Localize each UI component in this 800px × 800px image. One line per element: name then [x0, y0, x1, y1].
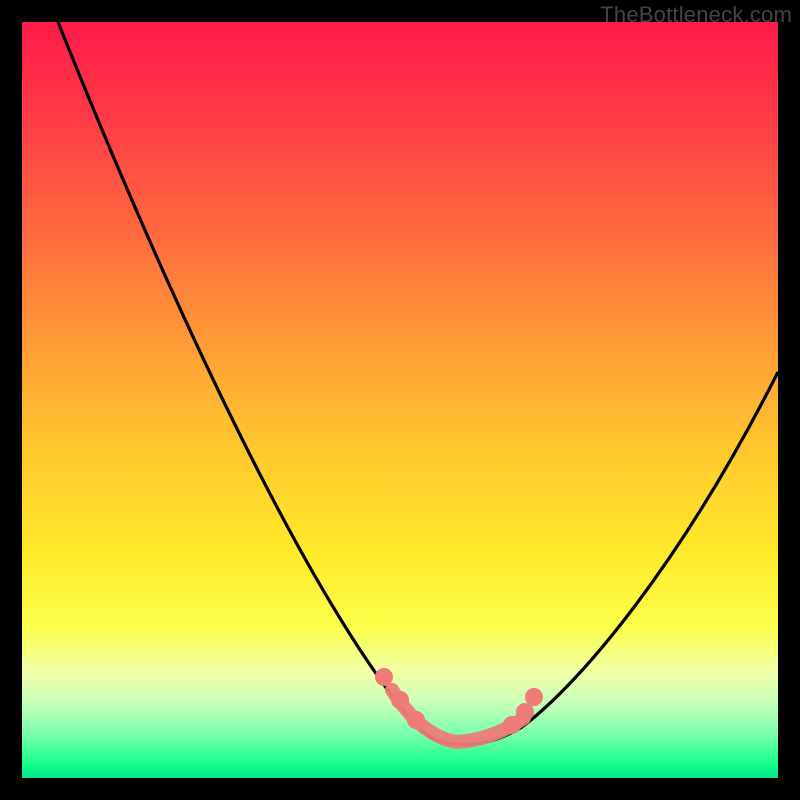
chart-frame: TheBottleneck.com: [0, 0, 800, 800]
bottleneck-curve: [22, 22, 778, 778]
plot-area: [22, 22, 778, 778]
curve-path: [58, 22, 778, 744]
watermark-text: TheBottleneck.com: [600, 2, 792, 28]
highlight-markers: [375, 668, 543, 734]
